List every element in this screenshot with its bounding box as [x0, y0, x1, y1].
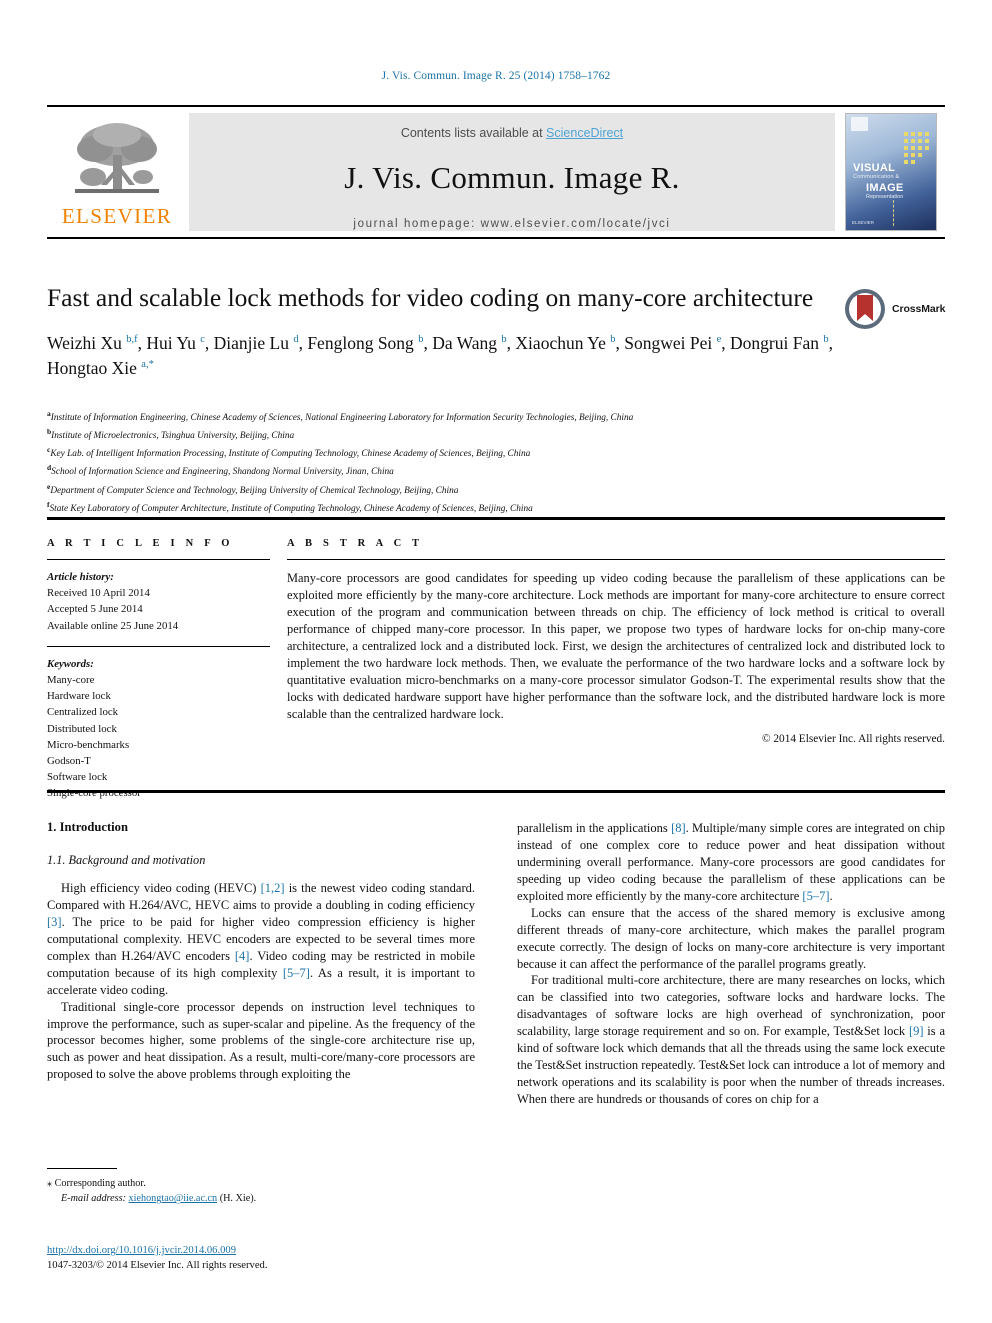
- paragraph: Traditional single-core processor depend…: [47, 999, 475, 1082]
- abstract-column: A B S T R A C T Many-core processors are…: [279, 538, 945, 801]
- footnote-block: ⁎ Corresponding author. E-mail address: …: [47, 1168, 475, 1207]
- history-accepted: Accepted 5 June 2014: [47, 603, 143, 616]
- affiliation-text: School of Information Science and Engine…: [51, 467, 394, 478]
- elsevier-logo-block: ELSEVIER: [47, 107, 187, 237]
- email-suffix: (H. Xie).: [217, 1193, 257, 1205]
- keyword-item: Many-core: [47, 673, 95, 686]
- affiliation-text: Institute of Information Engineering, Ch…: [50, 413, 634, 424]
- author-list: Weizhi Xu b,f, Hui Yu c, Dianjie Lu d, F…: [47, 333, 833, 379]
- crossmark-label: CrossMark: [892, 303, 946, 315]
- contents-prefix: Contents lists available at: [400, 126, 547, 140]
- elsevier-tree-icon: [75, 123, 159, 193]
- article-history-group: Article history: Received 10 April 2014 …: [47, 569, 261, 634]
- divider-above-info: [47, 517, 945, 520]
- corresponding-author-note: ⁎ Corresponding author.: [47, 1178, 146, 1189]
- affiliation-text: Institute of Microelectronics, Tsinghua …: [51, 431, 295, 442]
- journal-band: Contents lists available at ScienceDirec…: [189, 113, 835, 231]
- paragraph: parallelism in the applications [8]. Mul…: [517, 821, 945, 903]
- subsection-heading-background: 1.1. Background and motivation: [47, 853, 206, 867]
- cover-elsevier-mark: [851, 117, 868, 131]
- email-note: E-mail address: xiehongtao@iie.ac.cn (H.…: [47, 1191, 475, 1206]
- cover-title-image: IMAGE: [866, 182, 904, 194]
- journal-cover-image: VISUAL Communication & IMAGE Representat…: [845, 113, 937, 231]
- affiliation-item: aInstitute of Information Engineering, C…: [47, 408, 937, 426]
- article-history-label: Article history:: [47, 571, 114, 583]
- keyword-item: Single-core processor: [47, 787, 141, 800]
- affiliation-text: State Key Laboratory of Computer Archite…: [49, 503, 533, 514]
- journal-title: J. Vis. Commun. Image R.: [344, 160, 680, 195]
- abstract-copyright: © 2014 Elsevier Inc. All rights reserved…: [761, 732, 945, 745]
- abstract-text: Many-core processors are good candidates…: [287, 571, 945, 721]
- page-title: Fast and scalable lock methods for video…: [47, 283, 814, 312]
- affiliation-item: cKey Lab. of Intelligent Information Pro…: [47, 444, 937, 462]
- elsevier-wordmark: ELSEVIER: [61, 204, 173, 228]
- keyword-item: Centralized lock: [47, 706, 119, 719]
- paragraph: For traditional multi-core architecture,…: [517, 973, 945, 1106]
- cover-subtitle-representation: Representation: [866, 194, 904, 200]
- sciencedirect-link[interactable]: ScienceDirect: [546, 126, 623, 140]
- abstract-heading: A B S T R A C T: [287, 538, 424, 549]
- affiliation-item: fState Key Laboratory of Computer Archit…: [47, 499, 937, 517]
- section-heading-introduction: 1. Introduction: [47, 820, 128, 834]
- cover-title-visual: VISUAL: [853, 162, 896, 174]
- journal-cover-block: VISUAL Communication & IMAGE Representat…: [837, 107, 945, 237]
- article-info-rule: [47, 559, 270, 560]
- article-info-column: A R T I C L E I N F O Article history: R…: [47, 538, 279, 801]
- journal-masthead: ELSEVIER Contents lists available at Sci…: [47, 105, 945, 239]
- affiliation-text: Key Lab. of Intelligent Information Proc…: [50, 449, 531, 460]
- email-label: E-mail address:: [61, 1193, 126, 1205]
- keyword-item: Software lock: [47, 771, 108, 784]
- article-info-heading: A R T I C L E I N F O: [47, 538, 234, 549]
- history-received: Received 10 April 2014: [47, 587, 150, 600]
- affiliation-list: aInstitute of Information Engineering, C…: [47, 408, 937, 517]
- keywords-rule: [47, 645, 270, 647]
- history-available-online: Available online 25 June 2014: [47, 619, 179, 632]
- affiliation-text: Department of Computer Science and Techn…: [50, 485, 459, 496]
- cover-footer-mark: ELSEVIER: [852, 220, 875, 225]
- affiliation-item: dSchool of Information Science and Engin…: [47, 462, 937, 480]
- title-block: Fast and scalable lock methods for video…: [47, 283, 837, 381]
- affiliation-item: eDepartment of Computer Science and Tech…: [47, 481, 937, 499]
- footnote-rule: [47, 1168, 117, 1169]
- running-head: J. Vis. Commun. Image R. 25 (2014) 1758–…: [381, 70, 611, 82]
- body-column-right: parallelism in the applications [8]. Mul…: [517, 820, 945, 1250]
- doi-link[interactable]: http://dx.doi.org/10.1016/j.jvcir.2014.0…: [47, 1245, 236, 1256]
- cover-dashed-line: [893, 200, 894, 226]
- info-abstract-row: A R T I C L E I N F O Article history: R…: [47, 538, 945, 801]
- keyword-item: Micro-benchmarks: [47, 738, 130, 751]
- abstract-rule: [287, 559, 945, 560]
- crossmark-badge[interactable]: CrossMark: [843, 283, 947, 335]
- crossmark-icon: [845, 289, 885, 329]
- keywords-label: Keywords:: [47, 657, 94, 670]
- keyword-item: Distributed lock: [47, 722, 117, 735]
- keywords-group: Keywords: Many-core Hardware lock Centra…: [47, 656, 261, 802]
- journal-homepage[interactable]: journal homepage: www.elsevier.com/locat…: [353, 218, 670, 230]
- footer-block: http://dx.doi.org/10.1016/j.jvcir.2014.0…: [47, 1240, 507, 1274]
- divider-below-abstract: [47, 790, 945, 793]
- email-link[interactable]: xiehongtao@iie.ac.cn: [129, 1193, 218, 1204]
- contents-available-line: Contents lists available at ScienceDirec…: [401, 126, 623, 140]
- paper-page: J. Vis. Commun. Image R. 25 (2014) 1758–…: [0, 0, 992, 1323]
- affiliation-item: bInstitute of Microelectronics, Tsinghua…: [47, 426, 937, 444]
- cover-subtitle-communication: Communication &: [853, 174, 900, 180]
- issn-copyright: 1047-3203/© 2014 Elsevier Inc. All right…: [47, 1260, 268, 1272]
- keyword-item: Godson-T: [47, 754, 91, 767]
- paragraph: High efficiency video coding (HEVC) [1,2…: [47, 881, 476, 997]
- keyword-item: Hardware lock: [47, 690, 111, 703]
- paragraph: Locks can ensure that the access of the …: [517, 905, 945, 971]
